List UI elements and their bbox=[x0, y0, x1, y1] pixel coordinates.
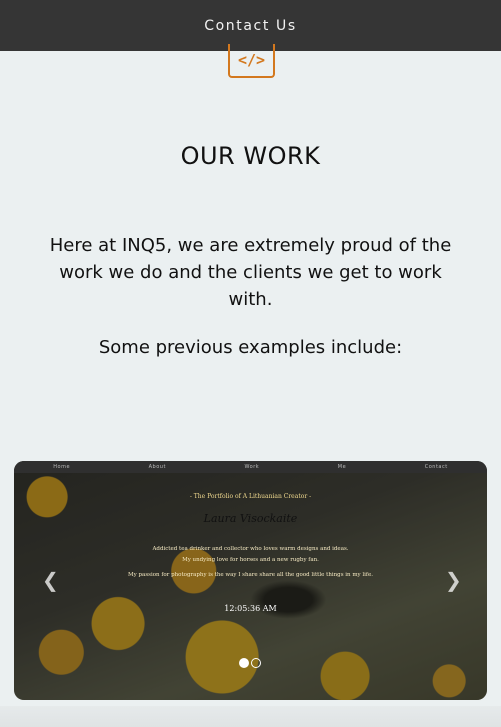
chevron-left-icon[interactable]: ❮ bbox=[42, 570, 59, 590]
preview-clock: 12:05:36 AM bbox=[224, 604, 277, 613]
preview-bio-line: Addicted tea drinker and collector who l… bbox=[152, 546, 349, 552]
page-footer-shadow bbox=[0, 706, 501, 727]
preview-bio-line: My undying love for horses and a new rug… bbox=[182, 557, 319, 563]
section-intro: Here at INQ5, we are extremely proud of … bbox=[49, 235, 452, 310]
carousel-dot-1[interactable] bbox=[239, 658, 249, 668]
code-icon: </> bbox=[228, 44, 275, 78]
chevron-right-icon[interactable]: ❯ bbox=[445, 570, 462, 590]
carousel-dots bbox=[239, 658, 261, 668]
preview-bio-line: My passion for photography is the way I … bbox=[128, 572, 373, 578]
preview-subtitle: - The Portfolio of A Lithuanian Creator … bbox=[189, 493, 312, 500]
examples-intro: Some previous examples include: bbox=[98, 337, 403, 358]
portfolio-carousel[interactable]: Home About Work Me Contact - The Portfol… bbox=[14, 461, 487, 700]
preview-name: Laura Visockaite bbox=[203, 512, 298, 525]
code-icon-glyph: </> bbox=[237, 51, 266, 69]
section-title: OUR WORK bbox=[180, 142, 321, 170]
carousel-dot-2[interactable] bbox=[251, 658, 261, 668]
contact-us-link[interactable]: Contact Us bbox=[204, 18, 296, 34]
